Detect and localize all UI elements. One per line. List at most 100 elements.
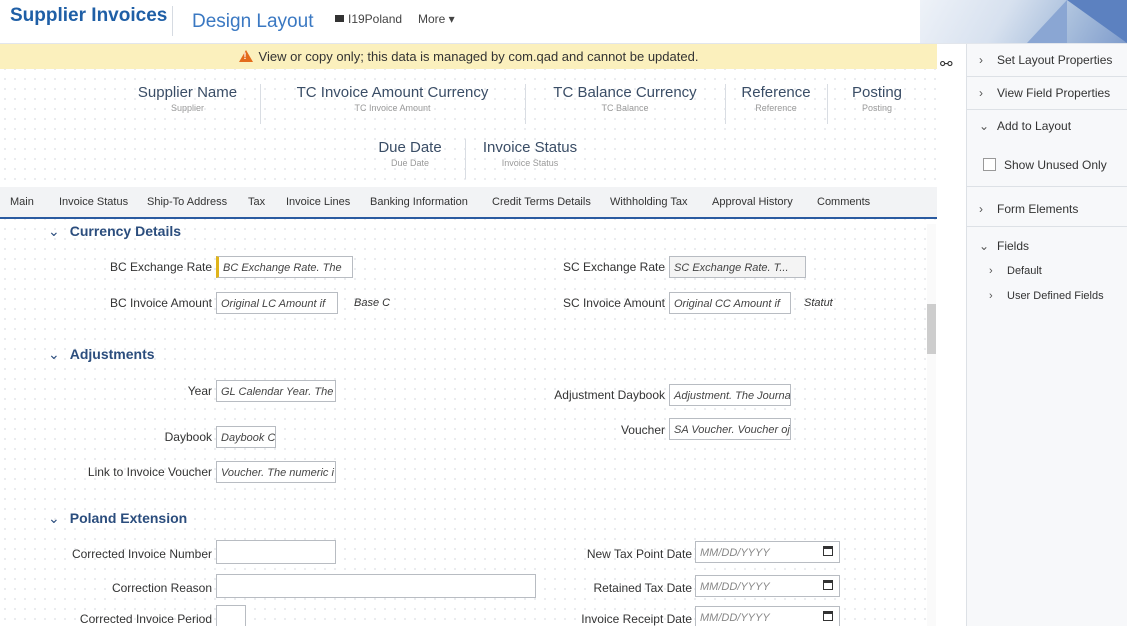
fields-default[interactable]: › Default (967, 259, 1127, 283)
field-label: Corrected Invoice Number (71, 547, 212, 561)
section-title: Poland Extension (69, 510, 188, 526)
section-poland-extension[interactable]: ⌄ Poland Extension (48, 510, 187, 527)
show-unused-only-checkbox[interactable]: Show Unused Only (967, 148, 1127, 187)
header-field-label: Invoice Status (482, 139, 578, 156)
header-field-tc-balance[interactable]: TC Balance Currency TC Balance (525, 84, 726, 124)
more-menu[interactable]: More ▾ (418, 12, 455, 26)
header-field-sub: TC Balance (601, 103, 649, 113)
scrollbar[interactable] (927, 224, 936, 626)
field-label: Retained Tax Date (593, 581, 692, 595)
header-field-invoice-status[interactable]: Invoice Status Invoice Status (465, 139, 595, 179)
field-label: Voucher (620, 423, 665, 437)
section-title: Currency Details (69, 223, 182, 239)
field-label: Correction Reason (111, 581, 212, 595)
tab-main[interactable]: Main (10, 196, 34, 208)
field-label: New Tax Point Date (586, 547, 692, 561)
section-title: Adjustments (69, 346, 155, 362)
warning-icon (238, 50, 253, 62)
tab-bar: Main Invoice Status Ship-To Address Tax … (0, 187, 937, 219)
header-field-posting[interactable]: Posting Posting (827, 84, 927, 124)
section-adjustments[interactable]: ⌄ Adjustments (48, 346, 155, 363)
field-label: Year (187, 384, 212, 398)
flag-icon (335, 15, 344, 22)
design-canvas: View or copy only; this data is managed … (0, 44, 937, 626)
header-field-label: Posting (851, 84, 903, 101)
header-field-label: Due Date (378, 139, 442, 156)
header-field-sub: Supplier (170, 103, 205, 113)
corrected-invoice-period-field[interactable] (216, 605, 246, 626)
header-field-label: Supplier Name (137, 84, 238, 101)
header-field-reference[interactable]: Reference Reference (725, 84, 828, 124)
checkbox-icon[interactable] (983, 158, 996, 171)
correction-reason-field[interactable] (216, 574, 536, 598)
sc-invoice-amount-field[interactable]: Original CC Amount if (669, 292, 791, 314)
tab-approval-history[interactable]: Approval History (712, 196, 793, 208)
sc-exchange-rate-field[interactable]: SC Exchange Rate. T... (669, 256, 806, 278)
year-field[interactable]: GL Calendar Year. The (216, 380, 336, 402)
chevron-down-icon: ⌄ (48, 510, 60, 526)
chevron-right-icon: › (989, 290, 993, 302)
invoice-receipt-date-field[interactable]: MM/DD/YYYY (695, 606, 840, 626)
voucher-field[interactable]: SA Voucher. Voucher oj (669, 418, 791, 440)
header-decoration (920, 0, 1127, 43)
entity-selector[interactable]: I19Poland (335, 12, 402, 26)
banner-text: View or copy only; this data is managed … (258, 49, 699, 64)
calendar-icon[interactable] (823, 546, 833, 556)
field-label: BC Exchange Rate (109, 260, 212, 274)
field-suffix: Statut (804, 297, 833, 309)
header-field-label: Reference (741, 84, 811, 101)
entity-label: I19Poland (348, 12, 403, 26)
set-layout-properties[interactable]: › Set Layout Properties (967, 44, 1127, 77)
readonly-banner: View or copy only; this data is managed … (0, 44, 937, 69)
field-label: SC Exchange Rate (562, 260, 665, 274)
fields-user-defined[interactable]: › User Defined Fields (967, 284, 1127, 308)
calendar-icon[interactable] (823, 611, 833, 621)
bc-exchange-rate-field[interactable]: BC Exchange Rate. The (216, 256, 353, 278)
retained-tax-date-field[interactable]: MM/DD/YYYY (695, 575, 840, 597)
header-field-label: TC Invoice Amount Currency (296, 84, 489, 101)
link-icon[interactable]: ⚯ (940, 55, 953, 73)
header-field-sub: Posting (861, 103, 893, 113)
view-field-properties[interactable]: › View Field Properties (967, 77, 1127, 110)
daybook-field[interactable]: Daybook C (216, 426, 276, 448)
header-field-tc-invoice-amount[interactable]: TC Invoice Amount Currency TC Invoice Am… (260, 84, 526, 124)
chevron-right-icon: › (979, 53, 983, 67)
tab-credit-terms-details[interactable]: Credit Terms Details (492, 196, 591, 208)
tab-comments[interactable]: Comments (817, 196, 870, 208)
field-label: Daybook (164, 430, 212, 444)
header-field-supplier[interactable]: Supplier Name Supplier (115, 84, 261, 124)
bc-invoice-amount-field[interactable]: Original LC Amount if (216, 292, 338, 314)
add-to-layout[interactable]: ⌄ Add to Layout (967, 110, 1127, 142)
tab-withholding-tax[interactable]: Withholding Tax (610, 196, 687, 208)
properties-panel: › Set Layout Properties › View Field Prope… (966, 44, 1127, 626)
field-suffix: Base C (354, 297, 391, 309)
chevron-down-icon: ⌄ (48, 346, 60, 362)
fields-group[interactable]: ⌄ Fields (967, 234, 1127, 258)
chevron-down-icon: ⌄ (979, 119, 990, 133)
field-label: Invoice Receipt Date (581, 612, 692, 626)
tab-tax[interactable]: Tax (248, 196, 265, 208)
tab-invoice-status[interactable]: Invoice Status (59, 196, 128, 208)
section-currency-details[interactable]: ⌄ Currency Details (48, 223, 181, 240)
form-elements[interactable]: › Form Elements (967, 192, 1127, 227)
chevron-down-icon: ⌄ (979, 239, 990, 253)
calendar-icon[interactable] (823, 580, 833, 590)
header-field-label: TC Balance Currency (553, 84, 697, 101)
field-label: Corrected Invoice Period (79, 612, 212, 626)
chevron-down-icon: ⌄ (48, 223, 60, 239)
header-field-sub: TC Invoice Amount (354, 103, 431, 113)
field-label: BC Invoice Amount (109, 296, 212, 310)
link-to-invoice-voucher-field[interactable]: Voucher. The numeric i (216, 461, 336, 483)
chevron-right-icon: › (979, 86, 983, 100)
page-title: Design Layout (192, 11, 314, 32)
field-label: SC Invoice Amount (562, 296, 665, 310)
header-field-due-date[interactable]: Due Date Due Date (355, 139, 466, 179)
tab-ship-to-address[interactable]: Ship-To Address (147, 196, 227, 208)
tab-invoice-lines[interactable]: Invoice Lines (286, 196, 350, 208)
new-tax-point-date-field[interactable]: MM/DD/YYYY (695, 541, 840, 563)
adjustment-daybook-field[interactable]: Adjustment. The Journa (669, 384, 791, 406)
corrected-invoice-number-field[interactable] (216, 540, 336, 564)
scrollbar-thumb[interactable] (927, 304, 936, 354)
tab-banking-information[interactable]: Banking Information (370, 196, 468, 208)
field-label: Link to Invoice Voucher (87, 465, 212, 479)
